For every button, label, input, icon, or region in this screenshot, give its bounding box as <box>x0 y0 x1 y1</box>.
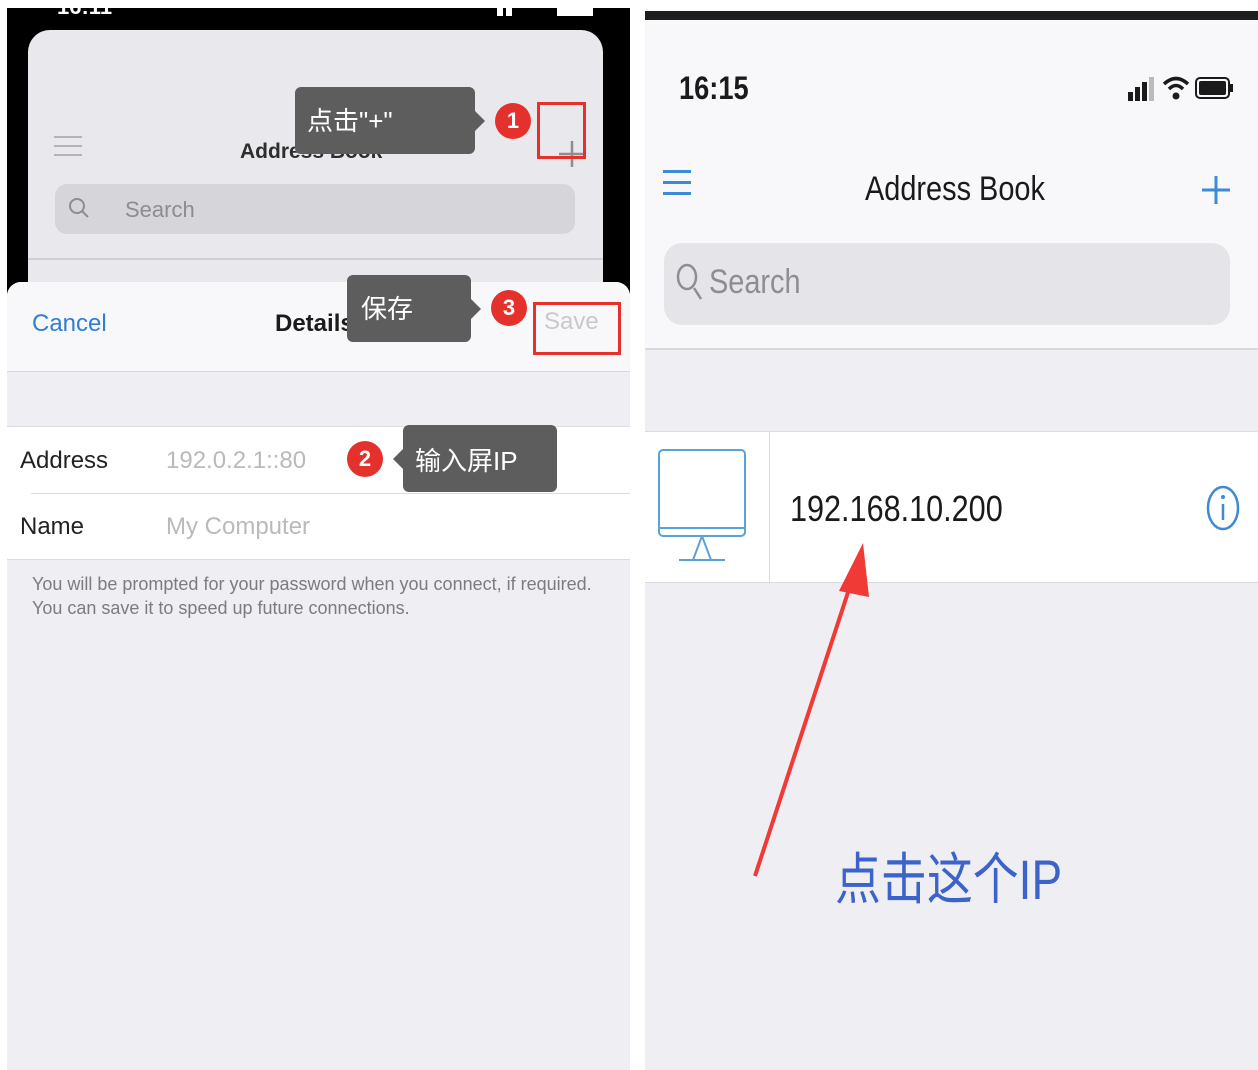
step-badge-3: 3 <box>491 290 527 326</box>
highlight-save-button <box>533 302 621 355</box>
signal-icon <box>1128 77 1154 101</box>
step-badge-1: 1 <box>495 103 531 139</box>
address-field[interactable]: 192.0.2.1::80 <box>166 447 306 475</box>
battery-icon <box>1195 77 1233 99</box>
status-icons-left <box>497 8 593 16</box>
divider <box>28 258 603 260</box>
annotation-step2: 输入屏IP <box>393 425 557 492</box>
address-book-header: 16:15 Address Book Search <box>645 20 1258 350</box>
entry-ip-address[interactable]: 192.168.10.200 <box>790 488 1003 530</box>
menu-icon[interactable] <box>54 136 82 158</box>
search-placeholder: Search <box>125 197 195 222</box>
top-edge <box>645 11 1258 20</box>
computer-icon <box>658 449 746 561</box>
annotation-step3: 保存 <box>347 275 481 342</box>
page-title: Address Book <box>865 170 1045 208</box>
status-time: 16:15 <box>679 70 749 106</box>
annotation-step1: 点击"+" <box>295 87 485 154</box>
divider <box>31 493 630 494</box>
annotation-step3-text: 保存 <box>361 294 414 324</box>
panel-divider <box>630 0 645 1070</box>
status-time-left: 16:11 <box>57 8 112 20</box>
caption-tap-this-ip: 点击这个IP <box>835 848 1063 911</box>
menu-icon[interactable] <box>663 170 691 203</box>
password-hint: You will be prompted for your password w… <box>32 574 592 618</box>
highlight-add-button <box>537 102 586 159</box>
search-icon <box>676 263 703 300</box>
search-placeholder: Search <box>709 263 801 301</box>
address-label: Address <box>20 447 109 474</box>
annotation-step1-text: 点击"+" <box>307 106 393 136</box>
details-sheet: Cancel Details Save Address 192.0.2.1::8… <box>7 282 630 1070</box>
background-search-input[interactable]: Search <box>55 184 575 234</box>
cancel-button[interactable]: Cancel <box>32 310 107 338</box>
step-badge-2: 2 <box>347 441 383 477</box>
name-label: Name <box>20 513 85 540</box>
right-screenshot: 16:15 Address Book Search 192.168.10.200… <box>645 11 1258 1070</box>
add-icon[interactable] <box>1200 174 1232 206</box>
search-input[interactable]: Search <box>664 243 1230 325</box>
info-icon[interactable] <box>1205 484 1241 532</box>
wifi-icon <box>1162 76 1190 100</box>
details-title: Details <box>275 310 354 337</box>
annotation-step2-text: 输入屏IP <box>415 446 518 476</box>
name-field[interactable]: My Computer <box>166 513 310 541</box>
search-icon <box>69 198 89 218</box>
address-list-item[interactable]: 192.168.10.200 <box>645 431 1258 584</box>
left-screenshot: 16:11 Address Book Search Cancel Details… <box>7 8 630 1070</box>
